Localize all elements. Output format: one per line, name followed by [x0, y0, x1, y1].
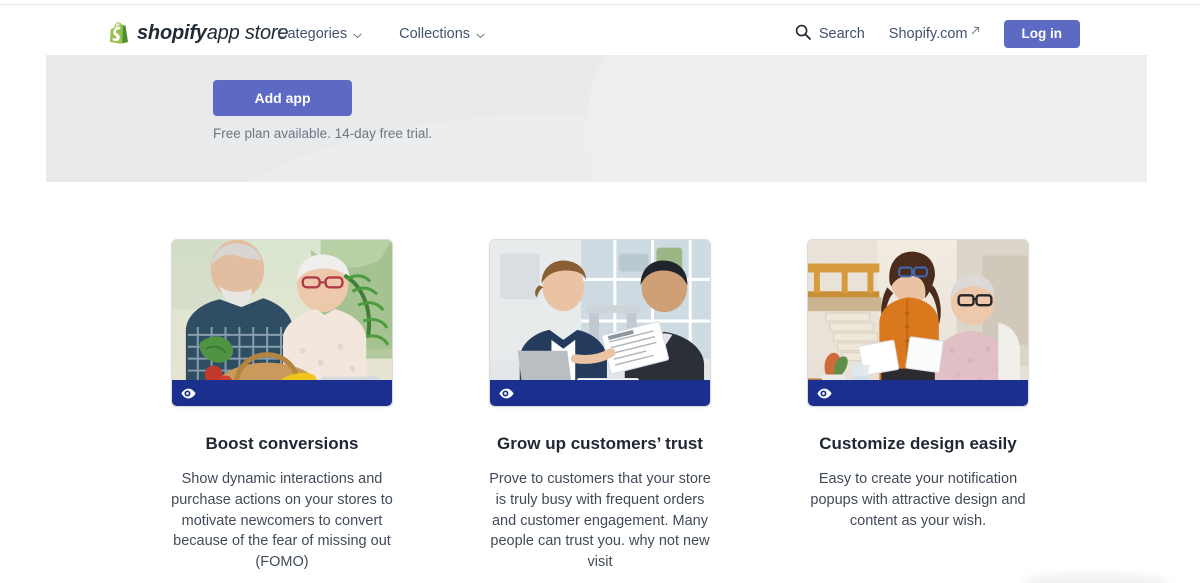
- feature-title: Boost conversions: [205, 434, 359, 453]
- eye-icon: [816, 387, 832, 400]
- feature-list: Boost conversions Show dynamic interacti…: [0, 239, 1200, 573]
- feature-card: Customize design easily Easy to create y…: [807, 239, 1029, 573]
- nav-categories-label: Categories: [277, 26, 348, 42]
- external-link-icon: [971, 26, 980, 38]
- site-header: shopifyapp store Categories Collections: [0, 5, 1200, 55]
- shopify-com-label: Shopify.com: [888, 26, 968, 42]
- brand-wordmark: shopifyapp store: [137, 22, 289, 45]
- feature-title: Customize design easily: [819, 434, 1017, 453]
- feature-image-frame[interactable]: [807, 239, 1029, 407]
- search-button[interactable]: Search: [795, 24, 865, 44]
- pricing-note: Free plan available. 14-day free trial.: [213, 126, 433, 141]
- page-root: shopifyapp store Categories Collections: [0, 0, 1200, 583]
- search-icon: [795, 24, 811, 44]
- feature-description: Prove to customers that your store is tr…: [489, 471, 711, 571]
- add-app-button[interactable]: Add app: [213, 80, 352, 116]
- nav-item-collections[interactable]: Collections: [399, 26, 485, 42]
- login-button[interactable]: Log in: [1003, 20, 1080, 48]
- chevron-down-icon: [476, 26, 485, 42]
- feature-card: Boost conversions Show dynamic interacti…: [171, 239, 393, 573]
- shopify-com-link[interactable]: Shopify.com: [889, 26, 980, 42]
- floating-widget-shadow[interactable]: [1022, 573, 1168, 583]
- nav-item-categories[interactable]: Categories: [277, 26, 362, 42]
- chevron-down-icon: [353, 26, 362, 42]
- eye-icon: [180, 387, 196, 400]
- header-actions: Search Shopify.com Log in: [795, 20, 1080, 48]
- feature-badge-bar: [172, 380, 392, 406]
- shopify-app-store-logo[interactable]: shopifyapp store: [110, 22, 289, 45]
- shopify-bag-logo-icon: [110, 22, 130, 45]
- feature-badge-bar: [490, 380, 710, 406]
- feature-title: Grow up customers’ trust: [497, 434, 703, 453]
- feature-image-frame[interactable]: [171, 239, 393, 407]
- search-label: Search: [818, 26, 865, 42]
- feature-description: Show dynamic interactions and purchase a…: [171, 471, 393, 571]
- eye-icon: [498, 387, 514, 400]
- brand-name-bold: shopify: [137, 22, 207, 44]
- feature-badge-bar: [808, 380, 1028, 406]
- hero-banner: Add app Free plan available. 14-day free…: [46, 55, 1147, 182]
- nav-collections-label: Collections: [399, 26, 471, 42]
- feature-image-frame[interactable]: [489, 239, 711, 407]
- feature-description: Easy to create your notification popups …: [810, 471, 1026, 529]
- feature-card: Grow up customers’ trust Prove to custom…: [489, 239, 711, 573]
- primary-nav: Categories Collections: [277, 26, 485, 42]
